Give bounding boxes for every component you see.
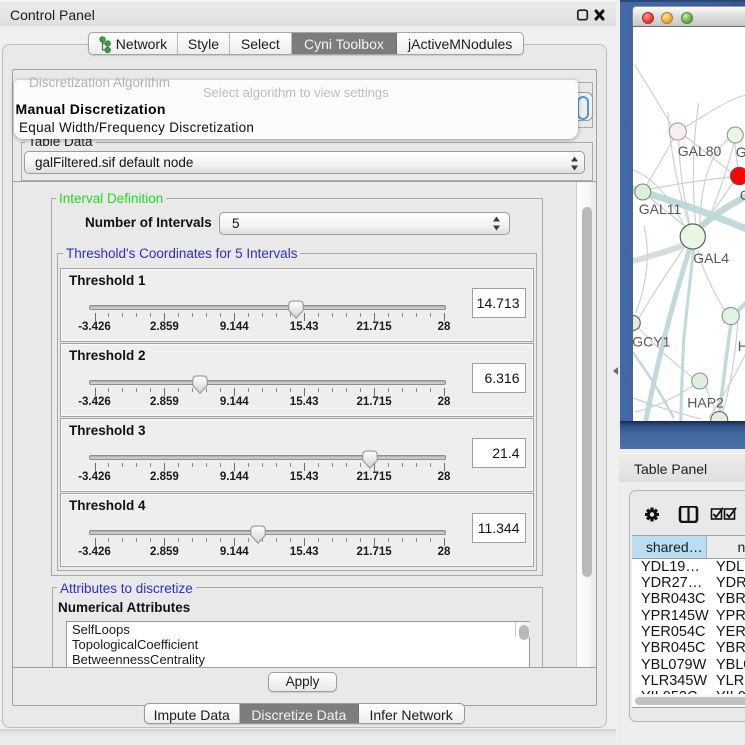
svg-text:G.: G. — [735, 144, 745, 160]
svg-text:GAL11: GAL11 — [638, 201, 681, 217]
svg-text:H: H — [737, 338, 745, 354]
svg-text:GAL80: GAL80 — [677, 143, 721, 159]
svg-text:GCY1: GCY1 — [633, 334, 671, 350]
svg-text:GAL4: GAL4 — [693, 250, 729, 266]
svg-text:C: C — [739, 187, 745, 203]
svg-text:HAP2: HAP2 — [687, 395, 724, 411]
